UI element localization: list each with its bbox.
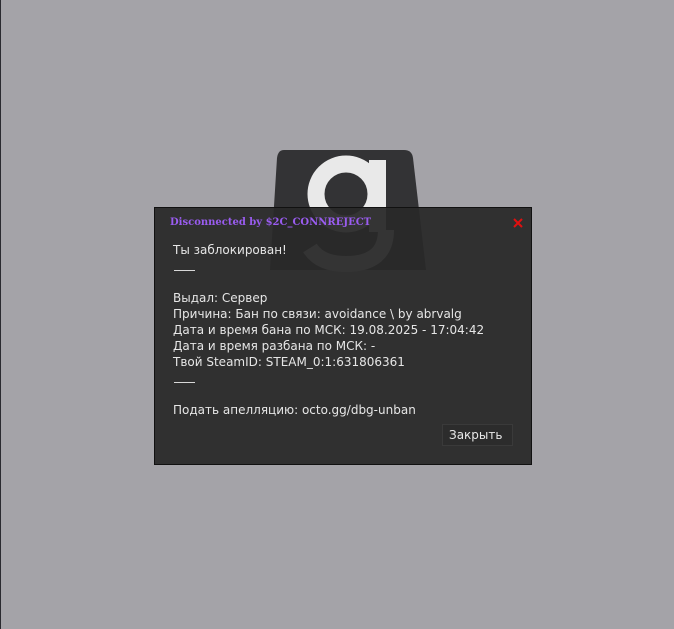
unban-date-text: Дата и время разбана по МСК: - <box>173 339 376 353</box>
steam-id-text: Твой SteamID: STEAM_0:1:631806361 <box>173 355 405 369</box>
ban-date-text: Дата и время бана по МСК: 19.08.2025 - 1… <box>173 323 485 337</box>
issued-by-text: Выдал: Сервер <box>173 291 268 305</box>
blocked-message: Ты заблокирован! <box>173 243 287 257</box>
separator <box>174 270 195 271</box>
disconnect-dialog: Disconnected by $2C_CONNREJECT Ты заблок… <box>154 207 532 465</box>
ban-reason-text: Причина: Бан по связи: avoidance \ by ab… <box>173 307 462 321</box>
window-edge <box>0 0 1 629</box>
close-x-icon[interactable] <box>511 216 525 230</box>
close-button[interactable]: Закрыть <box>442 424 513 446</box>
appeal-text: Подать апелляцию: octo.gg/dbg-unban <box>173 403 416 417</box>
dialog-title: Disconnected by $2C_CONNREJECT <box>170 217 372 228</box>
separator <box>174 382 195 383</box>
